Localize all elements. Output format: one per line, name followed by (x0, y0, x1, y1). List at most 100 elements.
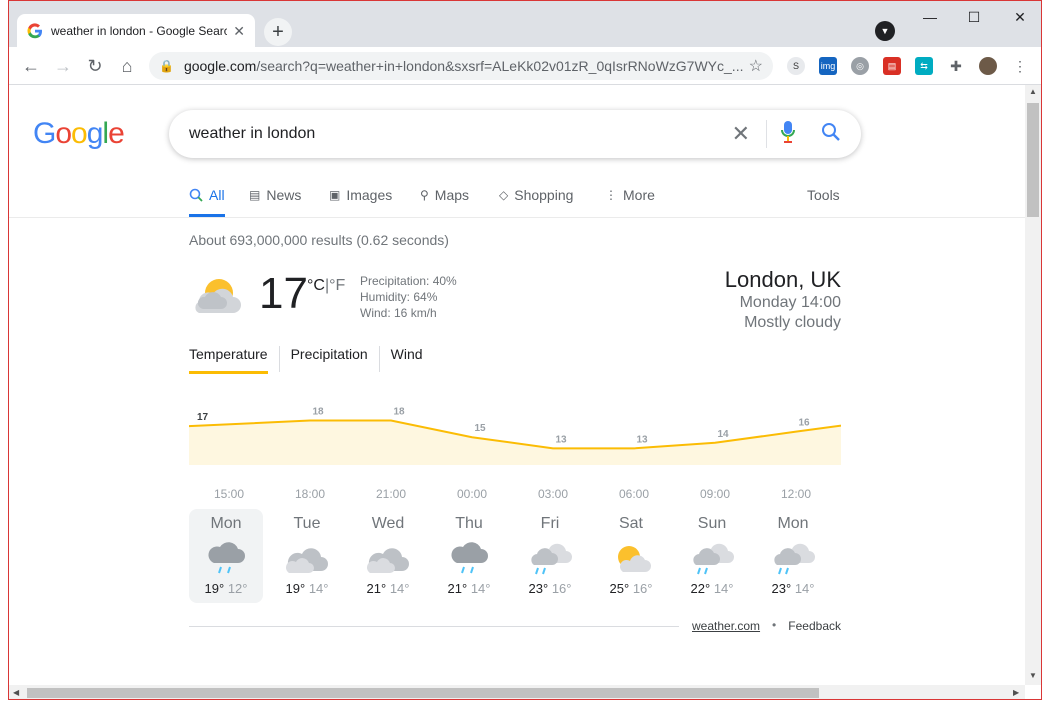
tools-button[interactable]: Tools (807, 187, 840, 203)
day-low: 14° (470, 581, 491, 596)
tab-label: News (266, 187, 302, 203)
tab-precipitation[interactable]: Precipitation (278, 346, 368, 372)
partly-cloudy-icon (189, 275, 249, 324)
day-name: Sun (697, 515, 727, 532)
vertical-scrollbar[interactable]: ▲ ▼ (1025, 85, 1041, 685)
current-temperature: 17 (259, 269, 308, 318)
rain-icon (432, 539, 506, 579)
forecast-day[interactable]: Mon 23° 14° (756, 509, 830, 603)
more-vert-icon: ⋮ (605, 188, 617, 202)
profile-avatar[interactable] (979, 57, 997, 75)
day-high: 25° (609, 581, 630, 596)
source-link[interactable]: weather.com (692, 619, 760, 633)
tab-news[interactable]: ▤ News (249, 187, 301, 203)
new-tab-button[interactable]: + (264, 18, 292, 46)
search-box[interactable]: weather in london ✕ (169, 110, 861, 158)
tab-title: weather in london - Google Search (51, 24, 228, 38)
forecast-day[interactable]: Fri 23° 16° (513, 509, 587, 603)
forecast-day[interactable]: Thu 21° 14° (432, 509, 506, 603)
close-window-button[interactable]: ✕ (997, 5, 1041, 29)
temperature-value-label: 14 (717, 429, 729, 440)
day-name: Tue (293, 515, 321, 532)
microphone-icon[interactable] (781, 120, 795, 148)
search-icon (189, 188, 203, 202)
back-icon[interactable]: ← (19, 54, 43, 78)
home-icon[interactable]: ⌂ (115, 54, 139, 78)
forecast-day[interactable]: Sat 25° 16° (594, 509, 668, 603)
temperature-value-label: 16 (798, 418, 810, 429)
extension-red-icon[interactable]: ▤ (883, 57, 901, 75)
hour-tick-label: 15:00 (214, 487, 244, 501)
tab-temperature[interactable]: Temperature (189, 346, 268, 374)
reload-icon[interactable]: ↻ (83, 54, 107, 78)
extension-s-icon[interactable]: S (787, 57, 805, 75)
showers-icon (756, 539, 830, 579)
image-icon: ▣ (329, 188, 341, 202)
extension-img-icon[interactable]: img (819, 57, 837, 75)
browser-tab[interactable]: weather in london - Google Search ✕ (17, 14, 255, 48)
tab-wind[interactable]: Wind (378, 346, 423, 372)
day-low: 14° (794, 581, 815, 596)
day-name: Mon (210, 515, 242, 532)
day-temperatures: 21° 14° (351, 581, 425, 596)
forward-icon[interactable]: → (51, 54, 75, 78)
map-pin-icon: ⚲ (420, 188, 429, 202)
temperature-value-label: 18 (312, 407, 324, 418)
forecast-day[interactable]: Mon 19° 12° (189, 509, 263, 603)
maximize-button[interactable]: ☐ (951, 5, 997, 29)
fahrenheit-unit[interactable]: °F (329, 277, 345, 294)
result-stats: About 693,000,000 results (0.62 seconds) (189, 232, 449, 248)
tab-search-icon[interactable]: ▼ (875, 21, 895, 41)
temperature-chart: 17 18 18 15 13 13 14 16 15:00 18:00 21:00 00:00 03:0… (189, 407, 841, 501)
scroll-up-icon[interactable]: ▲ (1029, 87, 1037, 96)
search-input[interactable]: weather in london (189, 125, 732, 143)
horizontal-scrollbar[interactable]: ◀ ▶ (9, 685, 1025, 699)
background-window-edge (0, 0, 8, 708)
day-name: Thu (455, 515, 483, 532)
rain-icon (189, 539, 263, 579)
horizontal-scroll-thumb[interactable] (27, 688, 819, 698)
tabs-divider (9, 217, 1025, 218)
day-high: 23° (528, 581, 549, 596)
temperature-value-label: 13 (555, 434, 567, 445)
extension-circle-icon[interactable]: ◎ (851, 57, 869, 75)
search-icon[interactable] (821, 122, 841, 147)
celsius-unit[interactable]: °C (307, 277, 325, 294)
temperature-value-label: 18 (393, 407, 405, 418)
extensions-puzzle-icon[interactable]: ✚ (947, 57, 965, 75)
hour-tick-label: 06:00 (619, 487, 649, 501)
clear-icon[interactable]: ✕ (732, 121, 750, 147)
forecast-day[interactable]: Tue 19° 14° (270, 509, 344, 603)
scroll-left-icon[interactable]: ◀ (13, 688, 19, 697)
day-temperatures: 22° 14° (675, 581, 749, 596)
bookmark-star-icon[interactable]: ☆ (749, 56, 763, 76)
day-low: 12° (227, 581, 248, 596)
day-temperatures: 21° 14° (432, 581, 506, 596)
address-bar[interactable]: 🔒 google.com/search?q=weather+in+london&… (149, 52, 773, 80)
tab-label: Temperature (189, 346, 268, 362)
tab-label: More (623, 187, 655, 203)
tab-more[interactable]: ⋮ More (605, 187, 655, 203)
tab-images[interactable]: ▣ Images (329, 187, 392, 203)
showers-icon (513, 539, 587, 579)
weather-details: Precipitation: 40% Humidity: 64% Wind: 1… (360, 273, 457, 321)
news-icon: ▤ (249, 188, 261, 202)
google-favicon-icon (27, 23, 43, 39)
vertical-scroll-thumb[interactable] (1027, 103, 1039, 217)
menu-kebab-icon[interactable]: ⋮ (1011, 57, 1029, 75)
tab-all[interactable]: All (189, 187, 225, 217)
tab-shopping[interactable]: ◇ Shopping (499, 187, 573, 203)
minimize-button[interactable]: — (907, 5, 953, 29)
forecast-day[interactable]: Wed 21° 14° (351, 509, 425, 603)
lock-icon: 🔒 (159, 59, 174, 73)
page-content: Google weather in london ✕ All ▤ News ▣ … (9, 85, 1025, 685)
close-tab-icon[interactable]: ✕ (233, 23, 245, 40)
feedback-link[interactable]: Feedback (788, 619, 841, 633)
tab-maps[interactable]: ⚲ Maps (420, 187, 469, 203)
day-high: 21° (366, 581, 387, 596)
scroll-down-icon[interactable]: ▼ (1029, 671, 1037, 680)
extension-cast-icon[interactable]: ⇆ (915, 57, 933, 75)
scroll-right-icon[interactable]: ▶ (1013, 688, 1019, 697)
forecast-day[interactable]: Sun 22° 14° (675, 509, 749, 603)
google-logo[interactable]: Google (33, 117, 125, 151)
